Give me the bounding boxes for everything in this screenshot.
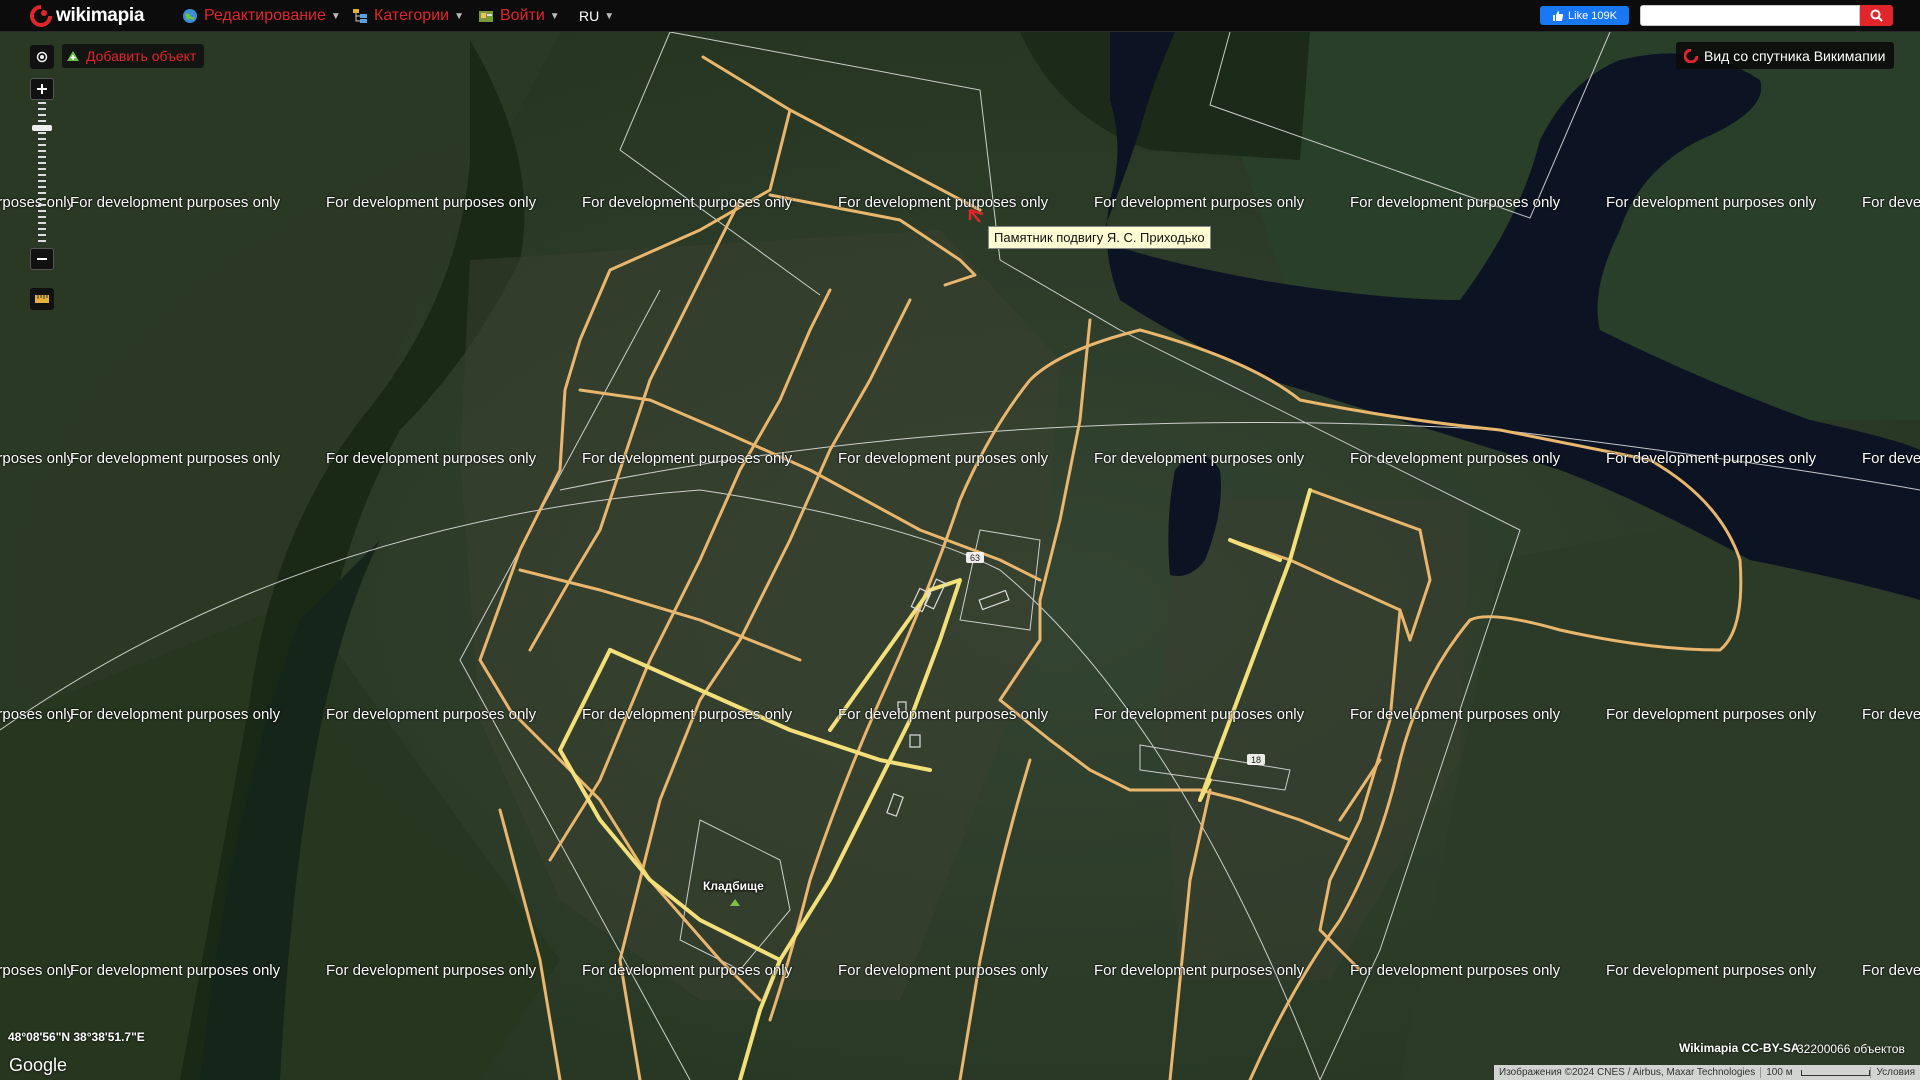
watermark-text: For development purposes only	[70, 706, 281, 723]
wikimapia-logo-icon	[30, 5, 52, 27]
menu-language[interactable]: RU ▼	[579, 5, 614, 27]
watermark-text: For development purposes only	[1350, 962, 1561, 979]
watermark-text: For development purposes only	[1350, 706, 1561, 723]
watermark-text: For development purposes only	[70, 194, 281, 211]
menu-categories-label: Категории	[374, 7, 450, 24]
watermark-text: For development purposes only	[70, 962, 281, 979]
menu-categories[interactable]: Категории ▼	[352, 5, 464, 27]
house-number-text: 63	[970, 553, 980, 563]
objects-count: 32200066 объектов	[1797, 1042, 1905, 1056]
menu-edit-label: Редактирование	[204, 7, 326, 24]
facebook-like-button[interactable]: Like 109K	[1540, 6, 1629, 25]
watermark-text: For development purposes only	[1606, 450, 1817, 467]
logo-text: wikimapia	[56, 5, 145, 26]
thumbs-up-icon	[1553, 10, 1564, 21]
satellite-imagery: 63 18	[0, 32, 1920, 1080]
zoom-slider-track[interactable]	[38, 102, 46, 246]
menu-login[interactable]: Войти ▼	[478, 5, 560, 27]
add-object-button[interactable]: Добавить объект	[62, 44, 205, 68]
watermark-text: For development purposes only	[1350, 450, 1561, 467]
map-attribution-bar: Изображения ©2024 CNES / Airbus, Maxar T…	[1494, 1065, 1920, 1080]
menu-language-label: RU	[579, 8, 600, 24]
watermark-text: For development purposes only	[1606, 706, 1817, 723]
chevron-down-icon: ▼	[330, 10, 341, 22]
menu-login-label: Войти	[500, 7, 545, 24]
cursor-coordinates: 48°08'56"N 38°38'51.7"E	[8, 1030, 145, 1044]
house-number-text: 18	[1251, 755, 1261, 765]
locate-button[interactable]	[30, 45, 54, 69]
zoom-in-button[interactable]	[30, 78, 54, 100]
watermark-text: For development purposes only	[326, 194, 537, 211]
object-tooltip: Памятник подвигу Я. С. Приходько	[988, 226, 1211, 249]
scale-label[interactable]: 100 м	[1761, 1067, 1797, 1078]
watermark-text: For development purposes only	[1606, 962, 1817, 979]
categories-tree-icon	[353, 9, 367, 23]
scale-bar	[1800, 1069, 1871, 1076]
watermark-text: For development purposes only	[1862, 194, 1920, 211]
watermark-text: For development purposes only	[582, 962, 793, 979]
watermark-text: For development purposes only	[0, 706, 75, 723]
ruler-button[interactable]	[30, 288, 54, 310]
watermark-text: For development purposes only	[838, 706, 1049, 723]
watermark-text: For development purposes only	[838, 194, 1049, 211]
search-icon	[1870, 9, 1883, 22]
globe-icon	[183, 9, 197, 23]
ruler-icon	[35, 295, 49, 303]
watermark-text: For development purposes only	[1094, 706, 1305, 723]
login-icon	[479, 11, 493, 22]
search-button[interactable]	[1860, 5, 1893, 26]
watermark-text: For development purposes only	[1606, 194, 1817, 211]
watermark-text: For development purposes only	[1094, 194, 1305, 211]
chevron-down-icon: ▼	[549, 10, 560, 22]
watermark-text: For development purposes only	[1350, 194, 1561, 211]
wikimapia-logo[interactable]: wikimapia	[30, 4, 144, 28]
terms-link[interactable]: Условия	[1871, 1067, 1920, 1078]
facebook-like-label: Like 109K	[1568, 9, 1617, 22]
map-canvas[interactable]: 63 18 For development purposes onlyFor d…	[0, 32, 1920, 1080]
watermark-text: For development purposes only	[1094, 450, 1305, 467]
watermark-text: For development purposes only	[70, 450, 281, 467]
chevron-down-icon: ▼	[604, 10, 615, 22]
imagery-credit[interactable]: Изображения ©2024 CNES / Airbus, Maxar T…	[1494, 1067, 1760, 1078]
chevron-down-icon: ▼	[454, 10, 464, 22]
watermark-text: For development purposes only	[326, 450, 537, 467]
cemetery-label[interactable]: Кладбище	[703, 879, 764, 893]
watermark-text: For development purposes only	[582, 194, 793, 211]
add-object-label: Добавить объект	[86, 48, 197, 64]
menu-edit[interactable]: Редактирование ▼	[182, 5, 341, 27]
watermark-text: For development purposes only	[838, 450, 1049, 467]
search-input[interactable]	[1640, 5, 1860, 26]
watermark-text: For development purposes only	[0, 450, 75, 467]
house-number-badge[interactable]: 18	[1247, 754, 1265, 765]
watermark-text: For development purposes only	[326, 706, 537, 723]
zoom-slider-thumb[interactable]	[32, 125, 52, 131]
satellite-view-button[interactable]: Вид со спутника Викимапии	[1676, 42, 1894, 69]
watermark-text: For development purposes only	[1094, 962, 1305, 979]
satellite-view-label: Вид со спутника Викимапии	[1704, 47, 1886, 64]
watermark-text: For development purposes only	[1862, 962, 1920, 979]
zoom-control	[30, 78, 54, 274]
watermark-text: For development purposes only	[582, 706, 793, 723]
license-link[interactable]: Wikimapia CC-BY-SA	[1679, 1041, 1800, 1055]
house-number-badge[interactable]: 63	[966, 552, 984, 563]
watermark-text: For development purposes only	[1862, 450, 1920, 467]
target-icon	[36, 51, 48, 63]
watermark-text: For development purposes only	[582, 450, 793, 467]
top-bar: wikimapia Редактирование ▼ Категории ▼ В…	[0, 0, 1920, 32]
watermark-text: For development purposes only	[0, 962, 75, 979]
watermark-text: For development purposes only	[1862, 706, 1920, 723]
add-place-icon	[67, 51, 79, 61]
watermark-text: For development purposes only	[838, 962, 1049, 979]
watermark-text: For development purposes only	[326, 962, 537, 979]
google-logo[interactable]: Google	[9, 1055, 67, 1076]
wikimapia-satellite-icon	[1684, 48, 1698, 63]
plus-icon	[37, 84, 47, 94]
zoom-out-button[interactable]	[30, 248, 54, 270]
minus-icon	[37, 258, 47, 260]
